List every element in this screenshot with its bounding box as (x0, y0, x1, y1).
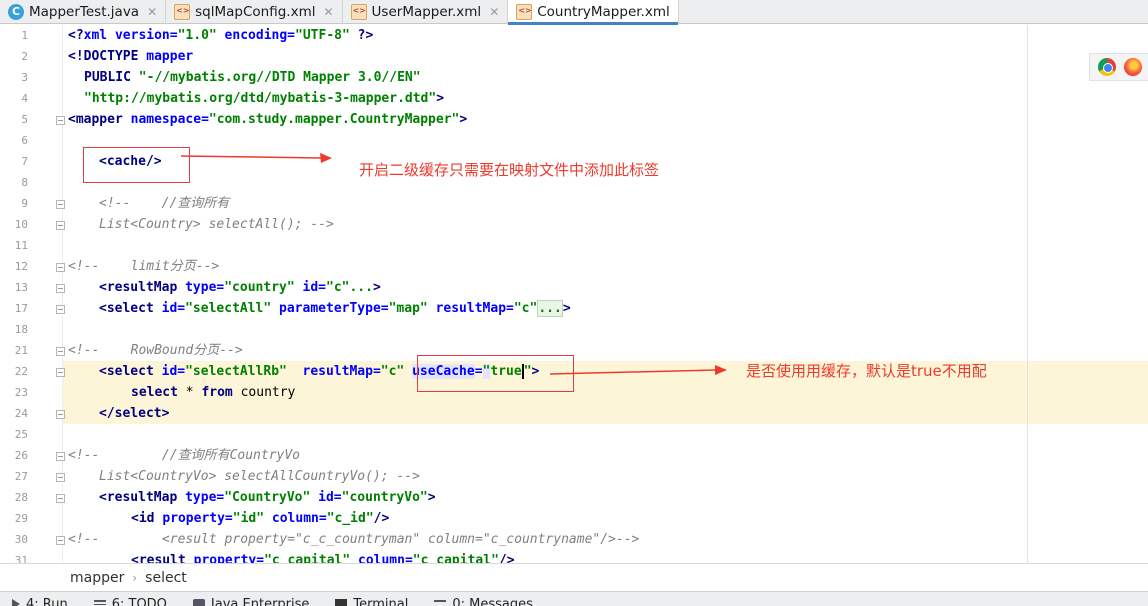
xml-file-icon (350, 4, 367, 20)
tab-usermapper-xml[interactable]: UserMapper.xml ✕ (343, 0, 509, 24)
xml-file-icon (516, 4, 533, 20)
firefox-icon[interactable] (1124, 58, 1142, 76)
usecache-annotation-text: 是否使用用缓存，默认是true不用配 (746, 362, 987, 380)
cache-annotation-text: 开启二级缓存只需要在映射文件中添加此标签 (359, 161, 660, 179)
tool-window-label: 4: Run (26, 596, 68, 606)
messages-icon (434, 599, 447, 606)
arrow-line (549, 369, 717, 375)
terminal-icon (335, 598, 348, 606)
close-icon[interactable]: ✕ (147, 5, 157, 19)
close-icon[interactable]: ✕ (323, 5, 333, 19)
arrow-head (320, 153, 332, 163)
run-icon (12, 599, 20, 606)
tab-label: CountryMapper.xml (537, 4, 670, 20)
tab-label: MapperTest.java (29, 4, 140, 20)
tool-window-terminal[interactable]: Terminal (335, 593, 408, 606)
breadcrumb-item[interactable]: select (145, 570, 187, 586)
code-editor[interactable]: 1 2 3 4 5 6 7 8 9 10 11 12 13 17 18 21 2… (0, 25, 1148, 563)
tab-countrymapper-xml[interactable]: CountryMapper.xml (508, 0, 679, 25)
tool-window-messages[interactable]: 0: Messages (434, 593, 533, 606)
tool-window-label: 0: Messages (452, 596, 533, 606)
tool-window-todo[interactable]: 6: TODO (93, 593, 167, 606)
editor-tab-bar: C MapperTest.java ✕ sqlMapConfig.xml ✕ U… (0, 0, 1148, 25)
tool-window-run[interactable]: 4: Run (12, 593, 68, 606)
browser-preview-bar (1089, 53, 1148, 81)
arrow-line (180, 155, 323, 159)
tab-label: sqlMapConfig.xml (195, 4, 316, 20)
chrome-icon[interactable] (1098, 58, 1116, 76)
close-icon[interactable]: ✕ (489, 5, 499, 19)
tool-window-bar: 4: Run 6: TODO Java Enterprise Terminal … (0, 591, 1148, 606)
breadcrumb: mapper › select (0, 563, 1148, 591)
tool-window-label: Terminal (353, 596, 409, 606)
tool-window-label: Java Enterprise (210, 596, 310, 606)
tool-window-label: 6: TODO (111, 596, 167, 606)
annotation-arrows (180, 153, 727, 375)
breadcrumb-separator: › (132, 570, 138, 585)
java-class-icon: C (8, 4, 24, 20)
tab-mappertest-java[interactable]: C MapperTest.java ✕ (0, 0, 167, 24)
xml-file-icon (174, 4, 191, 20)
tab-sqlmapconfig-xml[interactable]: sqlMapConfig.xml ✕ (166, 0, 343, 24)
tab-label: UserMapper.xml (371, 4, 482, 20)
java-enterprise-icon (192, 598, 205, 606)
tool-window-java-enterprise[interactable]: Java Enterprise (192, 593, 310, 606)
breadcrumb-item[interactable]: mapper (70, 570, 124, 586)
arrow-head (715, 365, 727, 375)
list-icon (93, 599, 106, 606)
